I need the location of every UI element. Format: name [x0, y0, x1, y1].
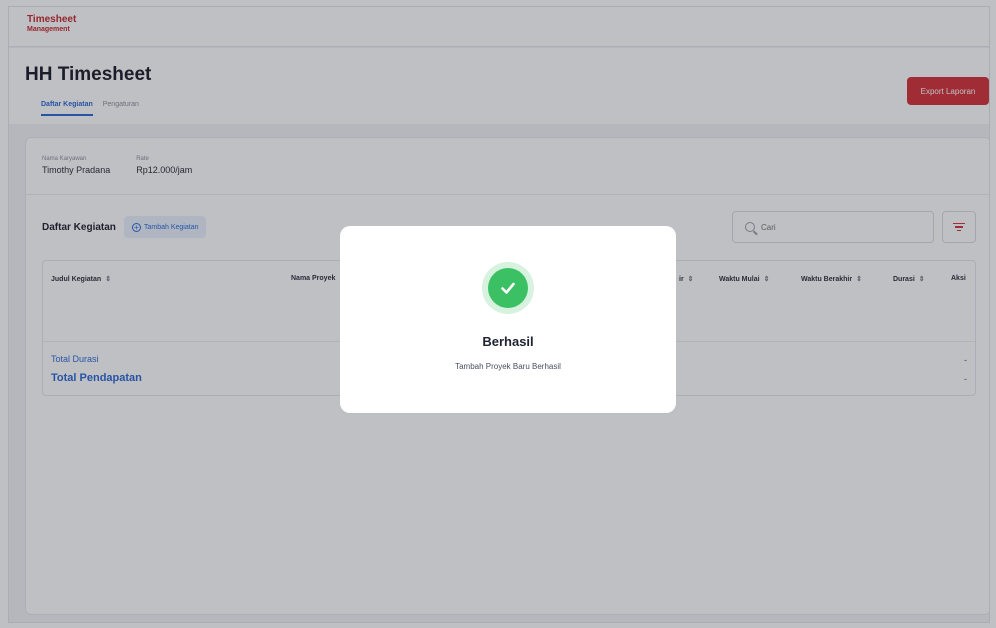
dialog-message: Tambah Proyek Baru Berhasil [455, 362, 561, 371]
success-dialog: Berhasil Tambah Proyek Baru Berhasil [340, 226, 676, 413]
checkmark-icon [501, 282, 515, 294]
dialog-title: Berhasil [482, 334, 534, 349]
success-icon-halo [482, 262, 534, 314]
check-circle-icon [488, 268, 528, 308]
